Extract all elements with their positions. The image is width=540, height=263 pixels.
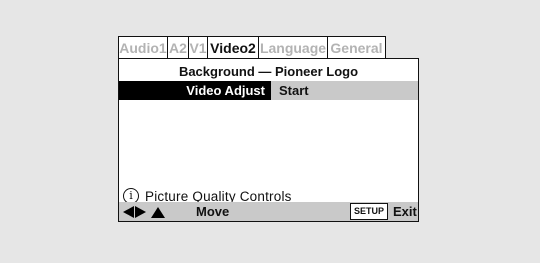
video-adjust-label: Video Adjust (119, 81, 271, 100)
tab-video2[interactable]: Video2 (207, 36, 259, 59)
tab-general[interactable]: General (327, 36, 386, 59)
left-arrow-icon (123, 206, 134, 218)
setup-button[interactable]: SETUP (350, 203, 388, 220)
right-arrow-icon (135, 206, 146, 218)
menu-panel: Background — Pioneer Logo Video Adjust S… (118, 58, 419, 222)
video-adjust-row[interactable]: Video Adjust Start (119, 81, 418, 100)
move-label: Move (196, 204, 230, 219)
up-arrow-icon (151, 206, 165, 218)
navigation-arrows (123, 205, 166, 219)
tab-audio1[interactable]: Audio1 (118, 36, 168, 59)
footer-bar: Move SETUP Exit (118, 202, 419, 222)
tab-language[interactable]: Language (258, 36, 328, 59)
video-adjust-value: Start (279, 83, 309, 98)
tab-a2[interactable]: A2 (167, 36, 189, 59)
tab-v1[interactable]: V1 (188, 36, 208, 59)
exit-label: Exit (393, 204, 417, 219)
tab-bar: Audio1 A2 V1 Video2 Language General (118, 36, 386, 59)
osd-screen: Audio1 A2 V1 Video2 Language General Bac… (118, 36, 419, 222)
background-setting-row[interactable]: Background — Pioneer Logo (119, 63, 418, 81)
